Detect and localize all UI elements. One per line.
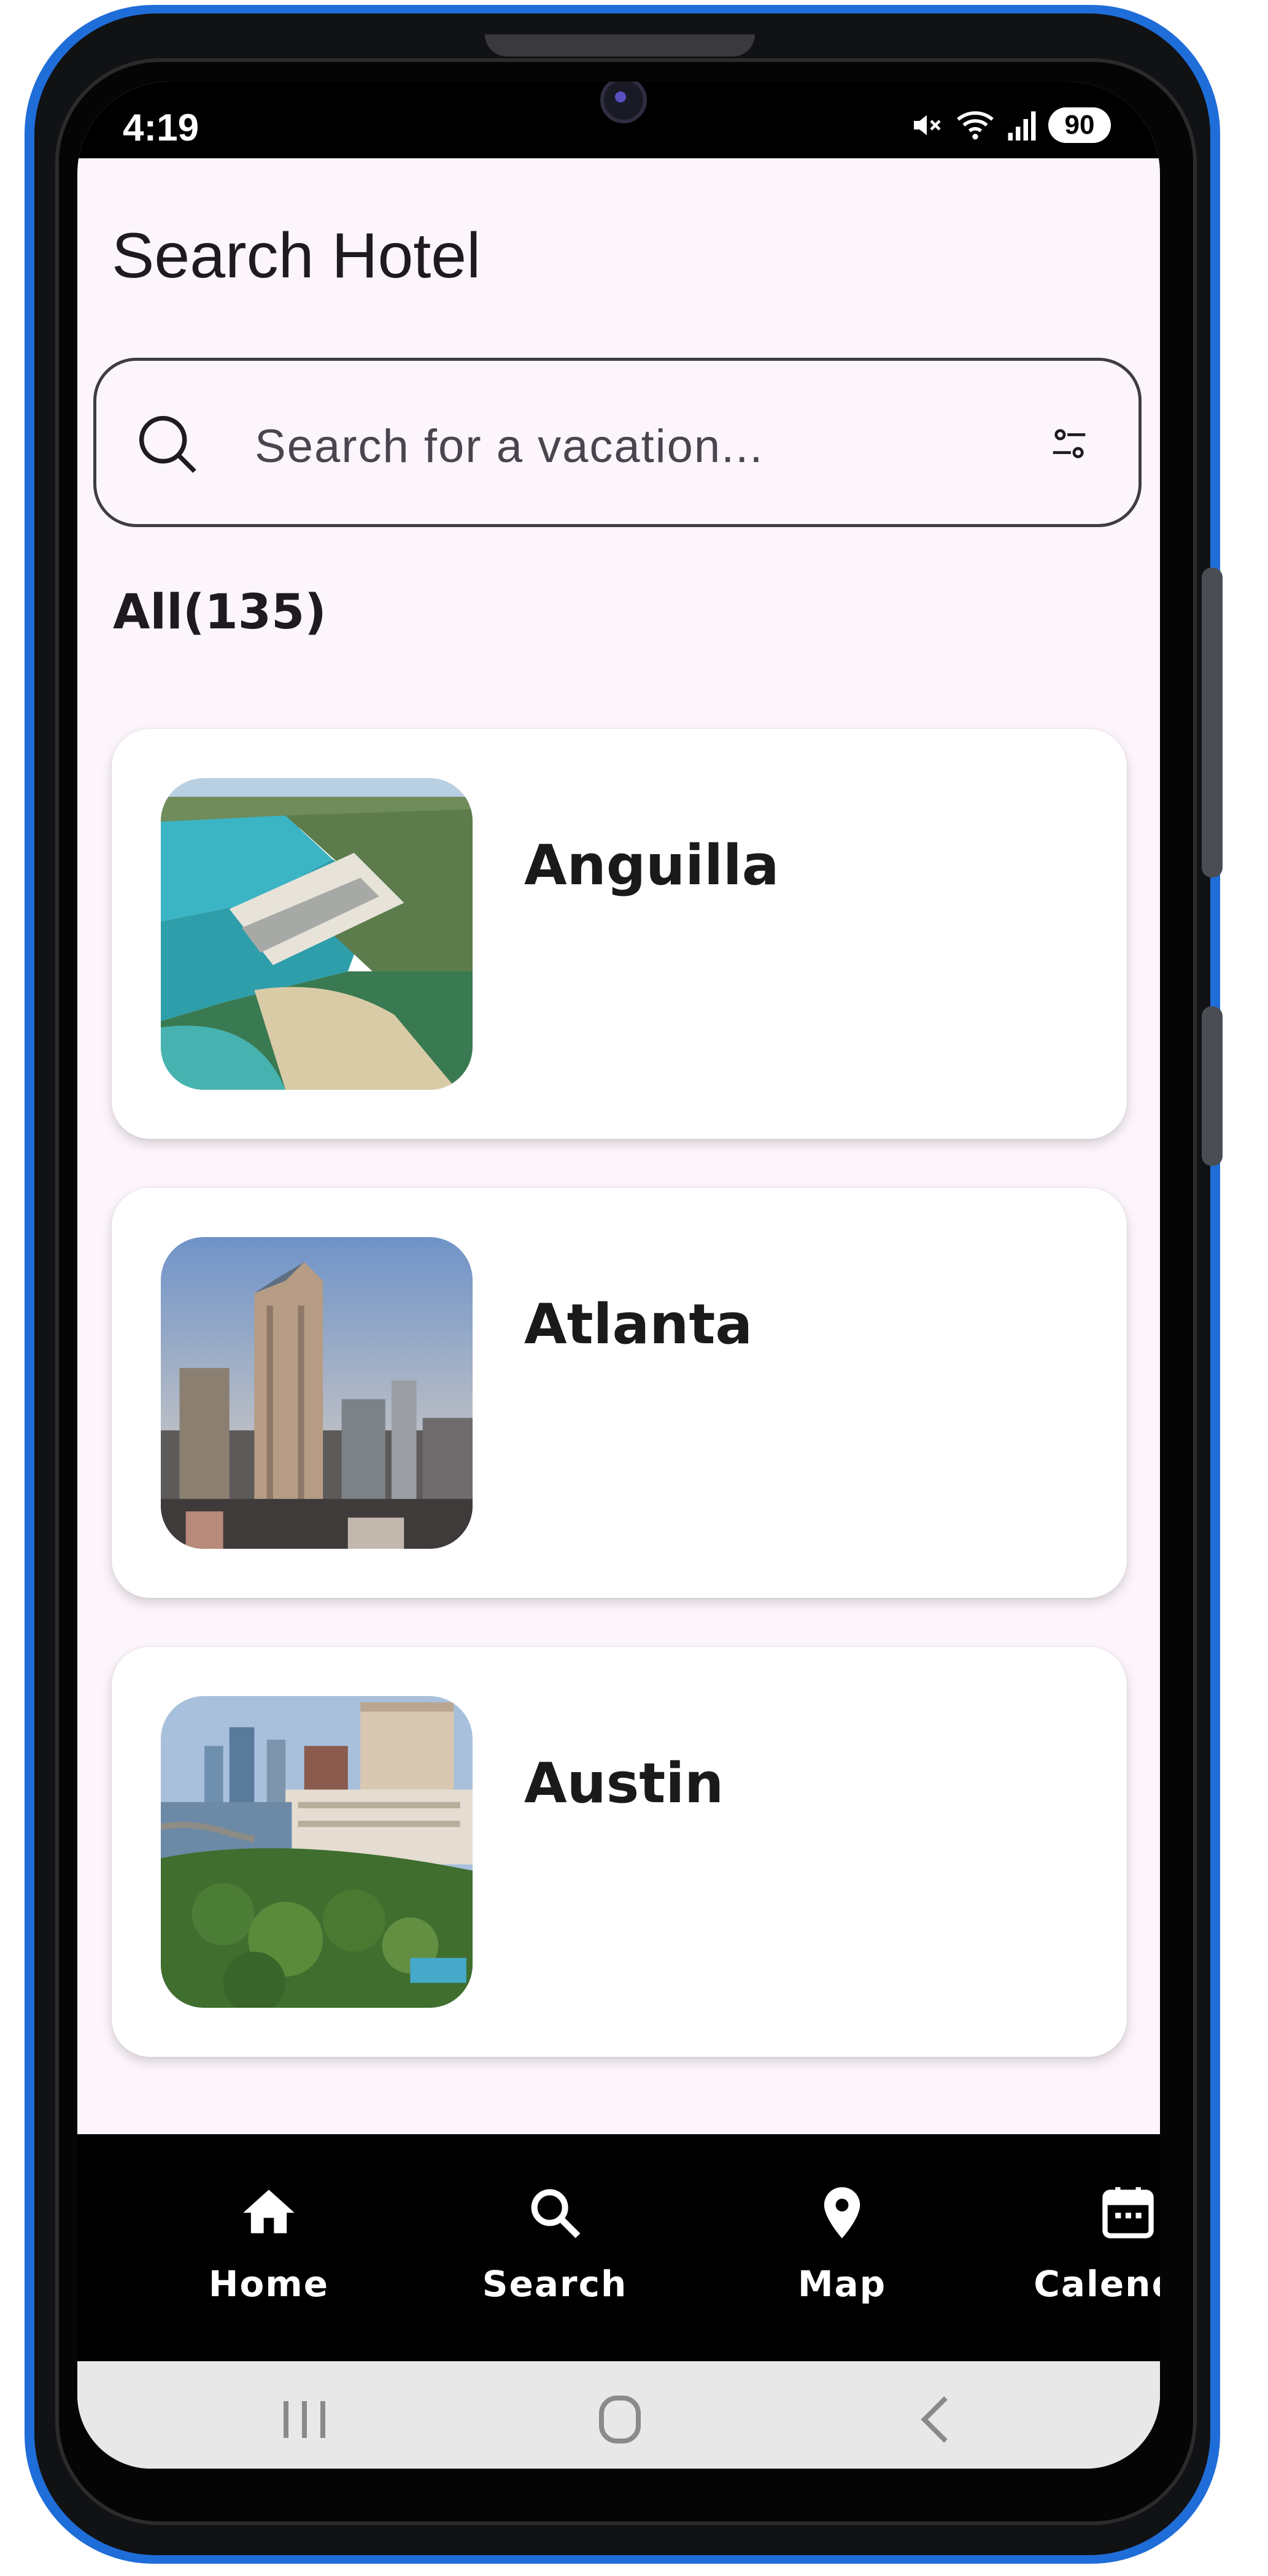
list-item-title: Austin <box>524 1751 724 1816</box>
battery-indicator: 90 <box>1048 107 1111 143</box>
mute-icon <box>914 115 941 136</box>
wifi-icon <box>957 111 994 140</box>
list-item-atlanta[interactable]: Atlanta <box>112 1188 1127 1598</box>
screen: 4:19 90 Search Hotel Search for a vacati… <box>77 82 1160 2469</box>
calendar-icon <box>1102 2187 1154 2239</box>
list-item-anguilla[interactable]: Anguilla <box>112 729 1127 1139</box>
list-item-title: Anguilla <box>524 833 779 898</box>
system-navigation-bar <box>77 2361 1160 2469</box>
volume-button <box>1202 568 1223 877</box>
status-bar: 4:19 90 <box>77 82 1160 158</box>
list-item-title: Atlanta <box>524 1292 753 1357</box>
nav-map[interactable]: Map <box>719 2134 965 2361</box>
nav-label: Home <box>208 2263 330 2305</box>
front-camera <box>600 82 647 123</box>
bottom-navigation: Home Search Map Calen <box>77 2134 1160 2361</box>
atlanta-skyline-photo <box>161 1237 473 1549</box>
status-icons: 90 <box>910 107 1111 143</box>
recents-icon[interactable] <box>268 2389 341 2450</box>
results-count: All(135) <box>113 585 327 640</box>
map-pin-icon <box>824 2187 860 2239</box>
nav-search[interactable]: Search <box>432 2134 678 2361</box>
power-button <box>1202 1006 1223 1166</box>
austin-riverside-photo <box>161 1696 473 2008</box>
earpiece-speaker <box>485 34 755 56</box>
nav-label: Search <box>482 2263 628 2305</box>
search-bar[interactable] <box>93 358 1142 527</box>
signal-icon <box>1008 111 1036 141</box>
nav-label: Map <box>797 2263 887 2305</box>
home-button-icon[interactable] <box>583 2389 657 2450</box>
nav-calendar[interactable]: Calendar <box>1005 2134 1160 2361</box>
search-icon <box>531 2189 581 2239</box>
nav-home[interactable]: Home <box>146 2134 392 2361</box>
search-input[interactable] <box>253 416 992 476</box>
nav-label: Calendar <box>1034 2263 1160 2305</box>
status-time: 4:19 <box>123 107 199 149</box>
home-icon <box>243 2189 295 2234</box>
back-icon[interactable] <box>900 2389 973 2450</box>
filter-icon[interactable] <box>1048 422 1091 465</box>
anguilla-resort-photo <box>161 778 473 1090</box>
list-item-austin[interactable]: Austin <box>112 1647 1127 2057</box>
search-icon <box>139 415 196 473</box>
page-title: Search Hotel <box>112 220 481 291</box>
